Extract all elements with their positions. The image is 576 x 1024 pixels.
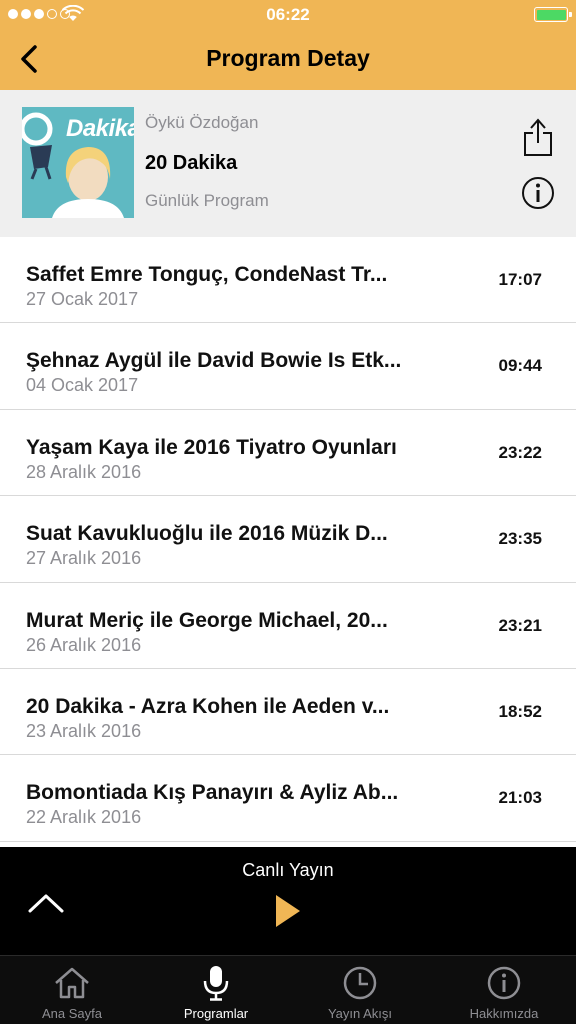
tab-programs[interactable]: Programlar <box>144 956 288 1024</box>
live-stream-label: Canlı Yayın <box>242 860 334 880</box>
episode-duration: 23:22 <box>498 442 542 462</box>
live-player-bar: Canlı Yayın <box>0 847 576 955</box>
episode-title: Murat Meriç ile George Michael, 20... <box>26 608 388 632</box>
tab-bar: Ana Sayfa Programlar Yayın Akışı Hakkımı… <box>0 955 576 1024</box>
episode-duration: 18:52 <box>498 701 542 721</box>
microphone-icon <box>196 964 236 1002</box>
program-title: 20 Dakika <box>145 152 238 174</box>
program-header: Dakika Öykü Özdoğan 20 Dakika Günlük Pro… <box>0 90 576 237</box>
episode-row[interactable]: Bomontiada Kış Panayırı & Ayliz Ab... 22… <box>0 755 576 842</box>
tab-label: Programlar <box>183 1006 249 1021</box>
episode-duration: 23:21 <box>498 615 542 635</box>
status-time: 06:22 <box>266 5 310 24</box>
tab-label: Hakkımızda <box>469 1006 539 1021</box>
episode-date: 27 Ocak 2017 <box>26 289 139 309</box>
info-icon <box>484 964 524 1002</box>
tab-label: Ana Sayfa <box>42 1006 102 1021</box>
episode-duration: 17:07 <box>498 270 542 289</box>
tab-label: Yayın Akışı <box>327 1006 393 1021</box>
episode-duration: 23:35 <box>498 529 542 549</box>
expand-player-button[interactable] <box>26 889 66 917</box>
home-icon <box>52 964 92 1002</box>
episode-title: 20 Dakika - Azra Kohen ile Aeden v... <box>26 694 390 718</box>
episode-title: Yaşam Kaya ile 2016 Tiyatro Oyunları <box>26 435 397 459</box>
episode-row[interactable]: Murat Meriç ile George Michael, 20... 26… <box>0 583 576 669</box>
episode-title: Şehnaz Aygül ile David Bowie Is Etk... <box>26 349 402 373</box>
episode-row[interactable]: Şehnaz Aygül ile David Bowie Is Etk... 0… <box>0 323 576 410</box>
program-detail-screen: 06:22 Program Detay Dakika Öykü Özdoğan … <box>0 0 576 1024</box>
episode-title: Bomontiada Kış Panayırı & Ayliz Ab... <box>26 781 399 805</box>
episode-date: 23 Aralık 2016 <box>26 720 142 741</box>
episode-date: 27 Aralık 2016 <box>26 548 142 569</box>
episode-duration: 09:44 <box>498 356 542 376</box>
info-button[interactable] <box>520 175 556 211</box>
battery-icon <box>534 7 572 22</box>
play-button[interactable] <box>274 891 304 931</box>
program-type: Günlük Program <box>145 191 269 210</box>
page-title: Program Detay <box>206 45 370 71</box>
tab-home[interactable]: Ana Sayfa <box>0 956 144 1024</box>
episode-list: Saffet Emre Tonguç, CondeNast Tr... 27 O… <box>0 237 576 842</box>
episode-duration: 21:03 <box>498 788 542 808</box>
share-icon <box>524 118 552 156</box>
navigation-bar: 06:22 Program Detay <box>0 0 576 90</box>
episode-title: Saffet Emre Tonguç, CondeNast Tr... <box>26 263 388 286</box>
episode-date: 22 Aralık 2016 <box>26 807 142 828</box>
cover-title-text: Dakika <box>66 115 134 142</box>
program-host: Öykü Özdoğan <box>145 113 259 132</box>
episode-row[interactable]: Saffet Emre Tonguç, CondeNast Tr... 27 O… <box>0 237 576 324</box>
program-cover-image: Dakika <box>22 107 134 218</box>
episode-date: 26 Aralık 2016 <box>26 634 142 655</box>
chevron-up-icon <box>28 894 64 913</box>
play-icon <box>276 895 300 927</box>
episode-date: 04 Ocak 2017 <box>26 375 139 396</box>
info-icon <box>522 177 554 209</box>
episode-row[interactable]: 20 Dakika - Azra Kohen ile Aeden v... 23… <box>0 669 576 756</box>
episode-title: Suat Kavukluoğlu ile 2016 Müzik D... <box>26 522 388 546</box>
share-button[interactable] <box>520 116 556 158</box>
episode-date: 28 Aralık 2016 <box>26 461 142 482</box>
episode-row[interactable]: Yaşam Kaya ile 2016 Tiyatro Oyunları 28 … <box>0 410 576 497</box>
tab-about[interactable]: Hakkımızda <box>432 956 576 1024</box>
clock-icon <box>340 964 380 1002</box>
status-bar: 06:22 <box>0 0 576 30</box>
tab-schedule[interactable]: Yayın Akışı <box>288 956 432 1024</box>
episode-row[interactable]: Suat Kavukluoğlu ile 2016 Müzik D... 27 … <box>0 496 576 583</box>
